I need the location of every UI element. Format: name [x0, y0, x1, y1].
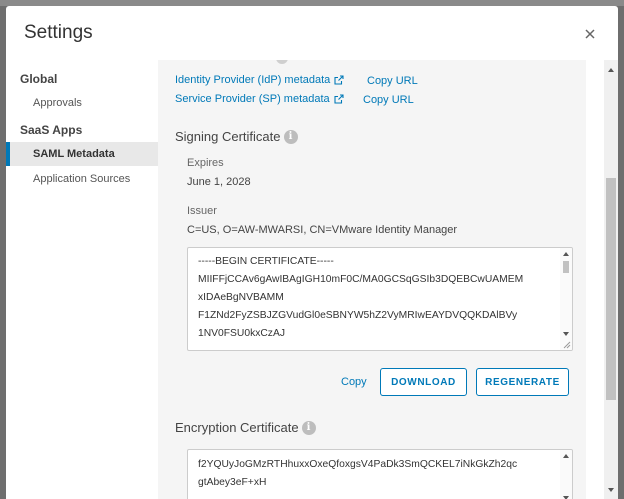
close-button[interactable] [582, 26, 598, 42]
info-icon[interactable]: i [283, 129, 298, 144]
scroll-up-icon[interactable] [563, 252, 569, 256]
sidebar-item-label: Approvals [33, 97, 82, 109]
copy-certificate-button[interactable]: Copy [341, 376, 367, 388]
signing-certificate-title: Signing Certificate i [175, 129, 298, 144]
expires-label: Expires [187, 157, 224, 169]
signing-certificate-title-text: Signing Certificate [175, 129, 281, 144]
scroll-down-icon[interactable] [563, 332, 569, 336]
external-link-icon [334, 75, 344, 85]
settings-sidebar: Global Approvals SaaS Apps SAML Metadata… [6, 60, 158, 499]
scrollbar-thumb[interactable] [606, 178, 616, 400]
cert-line: F1ZNd2FyZSBJZGVudGl0eSBNYW5hZ2VyMRIwEAYD… [198, 310, 518, 321]
encryption-certificate-title: Encryption Certificate i [175, 420, 316, 435]
cert-line: gtAbey3eF+xH [198, 477, 267, 488]
sidebar-item-saml-metadata[interactable]: SAML Metadata [6, 142, 158, 166]
scroll-up-icon[interactable] [608, 68, 614, 72]
cert-line: f2YQUyJoGMzRTHhuxxOxeQfoxgsV4PaDk3SmQCKE… [198, 459, 518, 470]
cert-line-partial: - - - - [198, 449, 221, 455]
close-icon [585, 29, 595, 39]
sidebar-item-approvals[interactable]: Approvals [6, 91, 158, 115]
sidebar-item-label: SAML Metadata [33, 148, 115, 160]
scroll-up-icon[interactable] [563, 454, 569, 458]
content-scrollbar[interactable] [604, 60, 618, 499]
modal-title: Settings [24, 22, 93, 43]
textarea-scrollbar[interactable] [560, 248, 572, 350]
cert-line: MIIFFjCCAv6gAwIBAgIGH10mF0C/MA0GCSqGSIb3… [198, 274, 524, 285]
saml-metadata-content: Identity Provider (IdP) metadata Copy UR… [158, 60, 586, 499]
issuer-label: Issuer [187, 205, 217, 217]
settings-modal: Settings Global Approvals SaaS Apps SAML… [6, 6, 618, 499]
encryption-certificate-textarea[interactable]: - - - - f2YQUyJoGMzRTHhuxxOxeQfoxgsV4PaD… [187, 449, 573, 499]
download-button[interactable]: DOWNLOAD [380, 368, 467, 396]
sidebar-item-label: Application Sources [33, 173, 131, 185]
idp-metadata-link[interactable]: Identity Provider (IdP) metadata [175, 74, 344, 86]
copy-sp-url-button[interactable]: Copy URL [363, 94, 414, 106]
cert-line: -----BEGIN CERTIFICATE----- [198, 256, 334, 267]
expires-value: June 1, 2028 [187, 176, 251, 188]
copy-idp-url-button[interactable]: Copy URL [367, 75, 418, 87]
idp-metadata-label: Identity Provider (IdP) metadata [175, 74, 331, 86]
resize-grip-icon[interactable] [562, 340, 571, 349]
scrollbar-thumb[interactable] [563, 261, 569, 273]
nav-group-saas-apps: SaaS Apps [20, 123, 83, 137]
scroll-down-icon[interactable] [608, 488, 614, 492]
signing-certificate-textarea[interactable]: -----BEGIN CERTIFICATE----- MIIFFjCCAv6g… [187, 247, 573, 351]
info-icon [276, 60, 288, 64]
external-link-icon [334, 94, 344, 104]
content-gutter [586, 60, 604, 499]
issuer-value: C=US, O=AW-MWARSI, CN=VMware Identity Ma… [187, 224, 458, 236]
sp-metadata-link[interactable]: Service Provider (SP) metadata [175, 93, 344, 105]
textarea-scrollbar[interactable] [560, 450, 572, 499]
modal-header: Settings [6, 6, 618, 60]
info-icon[interactable]: i [301, 420, 316, 435]
sidebar-item-application-sources[interactable]: Application Sources [6, 167, 158, 191]
regenerate-button[interactable]: REGENERATE [476, 368, 569, 396]
cert-line: xIDAeBgNVBAMM [198, 292, 284, 303]
sp-metadata-label: Service Provider (SP) metadata [175, 93, 330, 105]
nav-group-global: Global [20, 72, 58, 86]
cert-line: 1NV0FSU0kxCzAJ [198, 328, 285, 339]
encryption-certificate-title-text: Encryption Certificate [175, 420, 299, 435]
